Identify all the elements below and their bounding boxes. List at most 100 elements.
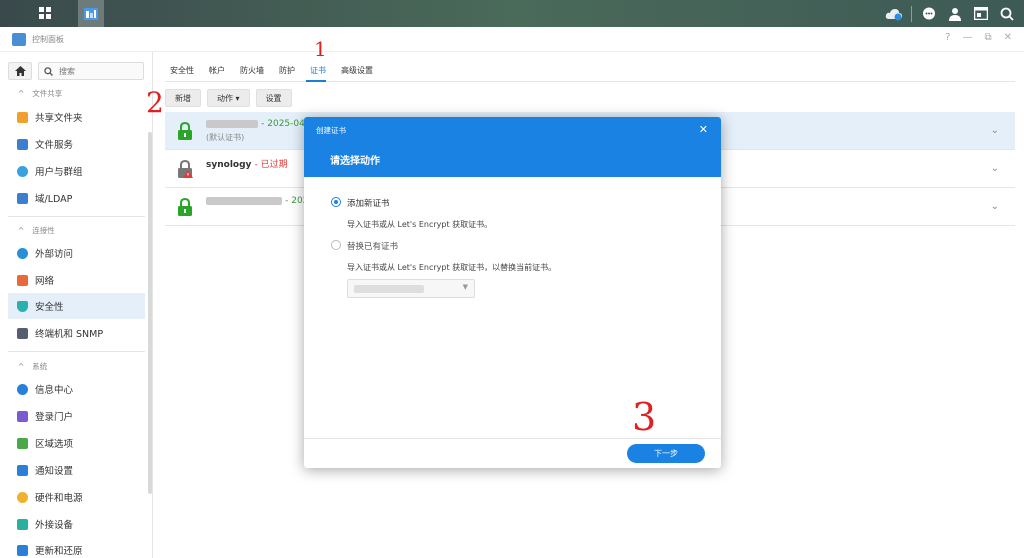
dialog-header: 创建证书 ✕ 请选择动作 <box>304 117 721 177</box>
chevron-up-icon: ^ <box>18 362 25 371</box>
sidebar-item-hardware-power[interactable]: 硬件和电源 <box>8 484 145 510</box>
tab-firewall[interactable]: 防火墙 <box>240 65 264 80</box>
annotation-2: 2 <box>146 86 164 119</box>
cert-date: - 2025-04 <box>261 119 305 129</box>
login-portal-icon <box>17 410 28 422</box>
cert-status: - 已过期 <box>254 160 288 170</box>
dialog-heading: 请选择动作 <box>330 156 380 167</box>
taskbar-divider <box>911 5 912 22</box>
next-button[interactable]: 下一步 <box>627 444 705 463</box>
domain-icon <box>17 192 28 204</box>
sidebar-divider <box>8 351 145 352</box>
chevron-up-icon: ^ <box>18 226 25 235</box>
control-panel-task-button[interactable] <box>78 0 104 27</box>
control-panel-icon <box>12 33 26 46</box>
user-icon[interactable] <box>946 5 964 23</box>
restore-icon[interactable]: ⧉ <box>984 32 991 43</box>
main-menu-button[interactable] <box>30 0 60 27</box>
external-access-icon <box>17 247 28 259</box>
sidebar-divider <box>8 216 145 217</box>
terminal-icon <box>17 327 28 339</box>
section-file-sharing[interactable]: ^ 文件共享 <box>18 88 62 99</box>
notification-icon <box>17 464 28 476</box>
shield-icon <box>17 300 28 312</box>
folder-icon <box>17 111 28 123</box>
sidebar-item-login-portal[interactable]: 登录门户 <box>8 403 145 429</box>
sidebar-item-file-services[interactable]: 文件服务 <box>8 131 145 157</box>
default-cert-label: (默认证书) <box>206 133 245 142</box>
sidebar-item-network[interactable]: 网络 <box>8 267 145 293</box>
sidebar-item-update-restore[interactable]: 更新和还原 <box>8 537 145 558</box>
chevron-down-icon[interactable]: ⌄ <box>991 201 999 212</box>
chat-icon[interactable] <box>920 5 938 23</box>
sidebar-item-domain-ldap[interactable]: 域/LDAP <box>8 185 145 211</box>
toolbar: 新增 动作 ▾ 设置 <box>165 89 292 107</box>
chevron-up-icon: ^ <box>18 89 25 98</box>
network-icon <box>17 274 28 286</box>
chevron-down-icon: ▼ <box>462 283 468 291</box>
home-button[interactable] <box>8 62 32 80</box>
tab-security[interactable]: 安全性 <box>170 65 194 80</box>
close-icon[interactable]: ✕ <box>699 123 708 136</box>
bulb-icon <box>17 491 28 503</box>
info-icon <box>17 383 28 395</box>
home-icon <box>14 66 26 76</box>
sidebar-item-security[interactable]: 安全性 <box>8 293 145 319</box>
sidebar-item-regional-options[interactable]: 区域选项 <box>8 430 145 456</box>
device-icon <box>17 518 28 530</box>
sidebar-item-terminal-snmp[interactable]: 终端机和 SNMP <box>8 320 145 346</box>
add-button[interactable]: 新增 <box>165 89 201 107</box>
widgets-icon[interactable] <box>972 5 990 23</box>
sidebar-item-users-groups[interactable]: 用户与群组 <box>8 158 145 184</box>
create-certificate-dialog: 创建证书 ✕ 请选择动作 添加新证书 导入证书或从 Let's Encrypt … <box>304 117 721 468</box>
section-connectivity[interactable]: ^ 连接性 <box>18 225 55 236</box>
option-add-new-desc: 导入证书或从 Let's Encrypt 获取证书。 <box>347 220 493 229</box>
option-replace-desc: 导入证书或从 Let's Encrypt 获取证书，以替换当前证书。 <box>347 263 557 272</box>
action-button[interactable]: 动作 ▾ <box>207 89 250 107</box>
cert-name: synology <box>206 160 252 170</box>
lock-icon <box>178 122 192 140</box>
redacted-name <box>206 196 282 205</box>
sidebar-item-shared-folder[interactable]: 共享文件夹 <box>8 104 145 130</box>
radio-replace-cert[interactable] <box>331 240 341 250</box>
control-panel-icon <box>84 7 98 20</box>
close-icon[interactable]: ✕ <box>1004 32 1012 43</box>
sidebar-item-external-devices[interactable]: 外接设备 <box>8 511 145 537</box>
redacted-name <box>206 119 258 128</box>
cert-select[interactable]: ▼ <box>347 279 475 298</box>
dialog-title: 创建证书 <box>316 126 346 135</box>
tab-divider <box>165 81 1015 82</box>
users-icon <box>17 165 28 177</box>
cloud-sync-icon[interactable] <box>885 5 903 23</box>
tab-bar: 安全性 帐户 防火墙 防护 证书 高级设置 <box>170 65 388 80</box>
tab-account[interactable]: 帐户 <box>209 65 225 80</box>
search-icon[interactable] <box>998 5 1016 23</box>
taskbar <box>0 0 1024 27</box>
sidebar-search[interactable] <box>38 62 144 80</box>
tab-protection[interactable]: 防护 <box>279 65 295 80</box>
tab-certificate[interactable]: 证书 <box>310 65 326 80</box>
annotation-1: 1 <box>314 37 327 61</box>
update-icon <box>17 544 28 556</box>
option-add-new-label[interactable]: 添加新证书 <box>347 197 390 209</box>
search-input[interactable] <box>59 66 129 76</box>
help-icon[interactable]: ? <box>945 32 950 43</box>
radio-add-new-cert[interactable] <box>331 197 341 207</box>
section-system[interactable]: ^ 系统 <box>18 361 47 372</box>
tab-advanced[interactable]: 高级设置 <box>341 65 373 80</box>
dialog-footer-divider <box>304 438 721 439</box>
settings-button[interactable]: 设置 <box>255 89 292 107</box>
file-services-icon <box>17 138 28 150</box>
annotation-3: 3 <box>632 395 657 439</box>
minimize-icon[interactable]: — <box>962 32 972 43</box>
sidebar-item-notification[interactable]: 通知设置 <box>8 457 145 483</box>
lock-warning-icon <box>178 160 193 178</box>
regional-icon <box>17 437 28 449</box>
sidebar: ^文件共享 共享文件夹 文件服务 用户与群组 域/LDAP ^连接性 外部访问 … <box>0 52 153 558</box>
sidebar-scrollbar[interactable] <box>148 132 152 494</box>
chevron-down-icon[interactable]: ⌄ <box>991 163 999 174</box>
sidebar-item-external-access[interactable]: 外部访问 <box>8 240 145 266</box>
sidebar-item-info-center[interactable]: 信息中心 <box>8 376 145 402</box>
option-replace-label[interactable]: 替换已有证书 <box>347 240 398 252</box>
chevron-down-icon[interactable]: ⌄ <box>991 125 999 136</box>
